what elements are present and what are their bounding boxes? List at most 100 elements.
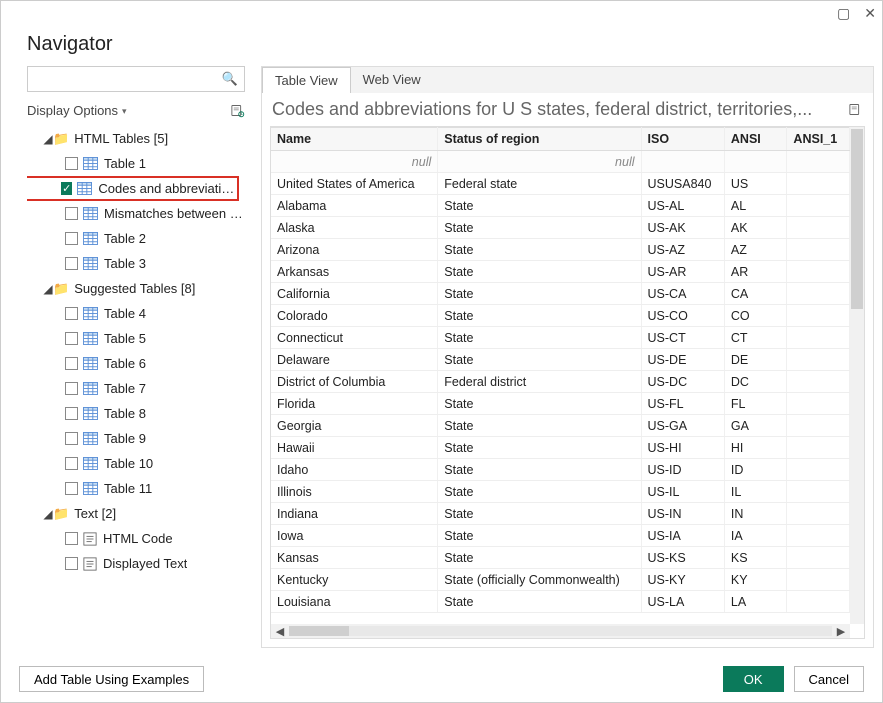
- table-cell: US-CA: [641, 283, 724, 305]
- tree-item[interactable]: Table 1: [27, 151, 253, 176]
- table-cell: [787, 371, 850, 393]
- checkbox[interactable]: [65, 332, 78, 345]
- table-row[interactable]: ArizonaStateUS-AZAZ: [271, 239, 850, 261]
- table-icon: [83, 482, 98, 495]
- table-row[interactable]: United States of AmericaFederal stateUSU…: [271, 173, 850, 195]
- column-header[interactable]: ANSI: [724, 128, 787, 151]
- dialog-title: Navigator: [1, 25, 882, 66]
- table-row[interactable]: IllinoisStateUS-ILIL: [271, 481, 850, 503]
- scroll-right-icon[interactable]: ▶: [832, 625, 850, 638]
- data-table[interactable]: NameStatus of regionISOANSIANSI_1 nullnu…: [271, 127, 850, 613]
- table-row[interactable]: HawaiiStateUS-HIHI: [271, 437, 850, 459]
- cancel-button[interactable]: Cancel: [794, 666, 864, 692]
- tree-item[interactable]: Table 3: [27, 251, 253, 276]
- table-row[interactable]: KentuckyState (officially Commonwealth)U…: [271, 569, 850, 591]
- checkbox[interactable]: [65, 407, 78, 420]
- column-header[interactable]: Name: [271, 128, 438, 151]
- checkbox[interactable]: [65, 482, 78, 495]
- table-row[interactable]: ArkansasStateUS-ARAR: [271, 261, 850, 283]
- collapse-icon[interactable]: ◢: [43, 282, 53, 296]
- tree-item[interactable]: ✓Codes and abbreviations f...: [27, 176, 239, 201]
- checkbox[interactable]: [65, 432, 78, 445]
- checkbox[interactable]: [65, 382, 78, 395]
- checkbox[interactable]: [65, 307, 78, 320]
- tree-item-label: Table 3: [104, 256, 146, 271]
- tree-item[interactable]: Table 4: [27, 301, 253, 326]
- table-row[interactable]: AlabamaStateUS-ALAL: [271, 195, 850, 217]
- table-row[interactable]: ConnecticutStateUS-CTCT: [271, 327, 850, 349]
- checkbox[interactable]: [65, 232, 78, 245]
- tree-item[interactable]: Table 9: [27, 426, 253, 451]
- table-cell: State: [438, 327, 641, 349]
- chevron-down-icon[interactable]: ▾: [122, 106, 127, 117]
- close-icon[interactable]: ✕: [864, 5, 876, 22]
- column-header[interactable]: Status of region: [438, 128, 641, 151]
- tree-folder[interactable]: ◢📁Suggested Tables [8]: [27, 276, 253, 301]
- tree-item[interactable]: Table 11: [27, 476, 253, 501]
- table-cell: US-ID: [641, 459, 724, 481]
- table-row[interactable]: CaliforniaStateUS-CACA: [271, 283, 850, 305]
- navigator-tree[interactable]: ◢📁HTML Tables [5]Table 1✓Codes and abbre…: [27, 126, 253, 648]
- table-cell: US-DE: [641, 349, 724, 371]
- checkbox[interactable]: [65, 357, 78, 370]
- search-input-wrapper[interactable]: 🔍: [27, 66, 245, 92]
- search-input[interactable]: [28, 72, 216, 87]
- tree-item[interactable]: Table 8: [27, 401, 253, 426]
- table-row[interactable]: District of ColumbiaFederal districtUS-D…: [271, 371, 850, 393]
- table-cell: [787, 283, 850, 305]
- tree-item[interactable]: Table 10: [27, 451, 253, 476]
- column-header[interactable]: ISO: [641, 128, 724, 151]
- vertical-scrollbar[interactable]: [850, 127, 864, 624]
- table-row[interactable]: KansasStateUS-KSKS: [271, 547, 850, 569]
- tree-folder[interactable]: ◢📁Text [2]: [27, 501, 253, 526]
- column-header[interactable]: ANSI_1: [787, 128, 850, 151]
- table-row[interactable]: IdahoStateUS-IDID: [271, 459, 850, 481]
- table-row[interactable]: ColoradoStateUS-COCO: [271, 305, 850, 327]
- scroll-left-icon[interactable]: ◀: [271, 625, 289, 638]
- tab-table-view[interactable]: Table View: [262, 67, 351, 93]
- checkbox[interactable]: [65, 532, 78, 545]
- tree-folder[interactable]: ◢📁HTML Tables [5]: [27, 126, 253, 151]
- table-row[interactable]: GeorgiaStateUS-GAGA: [271, 415, 850, 437]
- tab-web-view[interactable]: Web View: [351, 67, 433, 93]
- table-cell: State: [438, 547, 641, 569]
- checkbox[interactable]: [65, 157, 78, 170]
- add-table-using-examples-button[interactable]: Add Table Using Examples: [19, 666, 204, 692]
- table-cell: State: [438, 503, 641, 525]
- collapse-icon[interactable]: ◢: [43, 507, 53, 521]
- text-icon: [83, 532, 97, 546]
- table-cell: [787, 173, 850, 195]
- table-row[interactable]: LouisianaStateUS-LALA: [271, 591, 850, 613]
- checkbox[interactable]: ✓: [61, 182, 72, 195]
- tree-item[interactable]: Table 5: [27, 326, 253, 351]
- table-cell: Kansas: [271, 547, 438, 569]
- table-row[interactable]: DelawareStateUS-DEDE: [271, 349, 850, 371]
- display-options-label[interactable]: Display Options: [27, 103, 118, 118]
- table-cell: US-CO: [641, 305, 724, 327]
- ok-button[interactable]: OK: [723, 666, 784, 692]
- table-cell: State: [438, 591, 641, 613]
- table-row[interactable]: AlaskaStateUS-AKAK: [271, 217, 850, 239]
- collapse-icon[interactable]: ◢: [43, 132, 53, 146]
- checkbox[interactable]: [65, 457, 78, 470]
- table-cell: DE: [724, 349, 787, 371]
- tree-item[interactable]: Table 2: [27, 226, 253, 251]
- tree-item[interactable]: Table 7: [27, 376, 253, 401]
- tree-item[interactable]: Displayed Text: [27, 551, 253, 576]
- refresh-tree-icon[interactable]: [230, 103, 245, 118]
- tree-item[interactable]: Table 6: [27, 351, 253, 376]
- checkbox[interactable]: [65, 257, 78, 270]
- horizontal-scrollbar[interactable]: ◀ ▶: [271, 624, 850, 638]
- tree-item[interactable]: HTML Code: [27, 526, 253, 551]
- maximize-icon[interactable]: ▢: [837, 5, 850, 22]
- search-icon[interactable]: 🔍: [216, 71, 244, 87]
- refresh-preview-icon[interactable]: [848, 102, 863, 117]
- tree-item[interactable]: Mismatches between USP...: [27, 201, 253, 226]
- table-row[interactable]: IndianaStateUS-ININ: [271, 503, 850, 525]
- checkbox[interactable]: [65, 557, 78, 570]
- folder-icon: 📁: [53, 131, 69, 147]
- table-row[interactable]: IowaStateUS-IAIA: [271, 525, 850, 547]
- table-row[interactable]: FloridaStateUS-FLFL: [271, 393, 850, 415]
- checkbox[interactable]: [65, 207, 78, 220]
- folder-label: Suggested Tables [8]: [74, 281, 195, 296]
